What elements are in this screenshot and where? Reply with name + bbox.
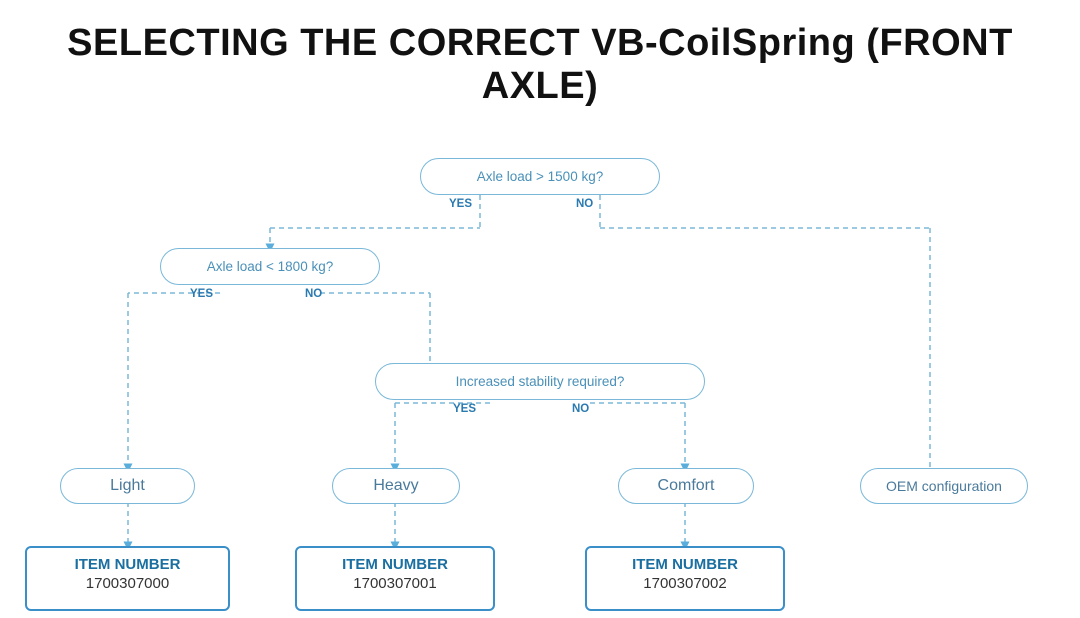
page-title: SELECTING THE CORRECT VB-CoilSpring (FRO…	[0, 0, 1080, 118]
d2-no-label: NO	[305, 288, 322, 300]
result-heavy: Heavy	[332, 468, 460, 504]
result-light: Light	[60, 468, 195, 504]
d1-yes-label: YES	[449, 198, 472, 210]
decision-d3: Increased stability required?	[375, 363, 705, 400]
item-box-2: ITEM NUMBER 1700307002	[585, 546, 785, 611]
d1-no-label: NO	[576, 198, 593, 210]
diagram-area: Axle load > 1500 kg? YES NO Axle load < …	[0, 128, 1080, 618]
decision-d1: Axle load > 1500 kg?	[420, 158, 660, 195]
item-box-1: ITEM NUMBER 1700307001	[295, 546, 495, 611]
result-oem: OEM configuration	[860, 468, 1028, 504]
result-comfort: Comfort	[618, 468, 754, 504]
decision-d2: Axle load < 1800 kg?	[160, 248, 380, 285]
d2-yes-label: YES	[190, 288, 213, 300]
d3-yes-label: YES	[453, 403, 476, 415]
d3-no-label: NO	[572, 403, 589, 415]
item-box-0: ITEM NUMBER 1700307000	[25, 546, 230, 611]
